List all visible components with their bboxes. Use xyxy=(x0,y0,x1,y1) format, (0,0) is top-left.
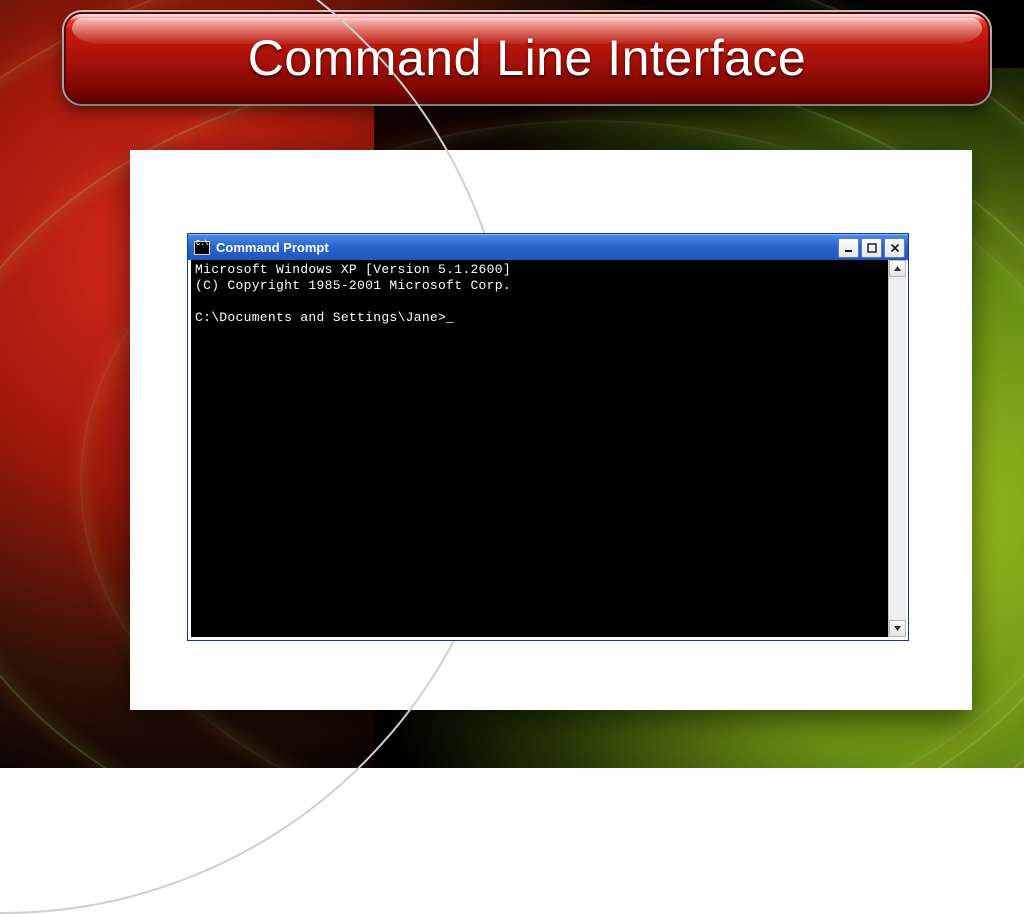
scroll-up-button[interactable] xyxy=(889,260,906,277)
cmd-system-icon-label: C:\ xyxy=(196,241,209,248)
chevron-up-icon xyxy=(893,264,902,273)
close-button[interactable] xyxy=(884,238,905,258)
window-control-buttons xyxy=(838,238,908,258)
scroll-down-button[interactable] xyxy=(889,620,906,637)
terminal-cursor: _ xyxy=(446,310,454,325)
slide-content-card: C:\ Command Prompt Microsoft Windows XP … xyxy=(130,150,972,710)
slide-title-banner: Command Line Interface xyxy=(64,12,990,104)
minimize-icon xyxy=(844,243,854,253)
window-title: Command Prompt xyxy=(216,240,838,255)
window-titlebar[interactable]: C:\ Command Prompt xyxy=(188,234,908,260)
terminal-output[interactable]: Microsoft Windows XP [Version 5.1.2600] … xyxy=(191,260,889,637)
terminal-line: Microsoft Windows XP [Version 5.1.2600] xyxy=(195,262,511,277)
terminal-line: (C) Copyright 1985-2001 Microsoft Corp. xyxy=(195,278,511,293)
command-prompt-window[interactable]: C:\ Command Prompt Microsoft Windows XP … xyxy=(188,234,908,640)
terminal-prompt: C:\Documents and Settings\Jane> xyxy=(195,310,446,325)
vertical-scrollbar[interactable] xyxy=(888,260,906,637)
slide-title: Command Line Interface xyxy=(248,29,807,87)
minimize-button[interactable] xyxy=(838,238,859,258)
cmd-system-icon[interactable]: C:\ xyxy=(194,241,210,255)
chevron-down-icon xyxy=(893,624,902,633)
maximize-button[interactable] xyxy=(861,238,882,258)
window-client-area: Microsoft Windows XP [Version 5.1.2600] … xyxy=(188,260,908,640)
close-icon xyxy=(890,243,900,253)
maximize-icon xyxy=(867,243,877,253)
